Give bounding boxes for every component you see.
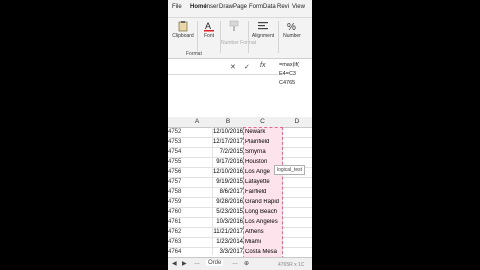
date-cell[interactable]: 11/21/2017 [184,229,243,235]
row-number[interactable]: 4753 [168,139,182,145]
more-sheets-icon[interactable]: … [232,260,238,266]
tab-data[interactable]: Data [263,4,276,10]
number-format-label: Number Format [221,40,257,46]
date-cell[interactable]: 5/23/2015 [184,209,243,215]
city-cell[interactable]: Newark [245,129,281,135]
city-cell[interactable]: Fairfield [245,189,281,195]
clipboard-icon [178,21,188,32]
date-cell[interactable]: 8/6/2017 [184,189,243,195]
left-letterbox [0,0,168,270]
row-number[interactable]: 4764 [168,249,182,255]
formula-line: =max(if( [279,62,300,68]
number-format-group[interactable]: Number Format [221,18,257,58]
svg-text:%: % [287,22,296,32]
date-cell[interactable]: 10/3/2016 [184,219,243,225]
city-cell[interactable]: Grand Rapid [245,199,281,205]
city-cell[interactable]: Costa Mesa [245,249,281,255]
cancel-icon[interactable]: ✕ [230,63,236,71]
tab-formulas[interactable]: Form [249,4,263,10]
city-cell[interactable]: Athens [245,229,281,235]
date-cell[interactable]: 7/2/2015 [184,149,243,155]
row-number[interactable]: 4761 [168,219,182,225]
city-cell[interactable]: Los Angeles [245,219,281,225]
city-cell[interactable]: Long Beach [245,209,281,215]
row-number[interactable]: 4760 [168,209,182,215]
date-cell[interactable]: 12/10/2016 [184,169,243,175]
date-cell[interactable]: 12/10/2016 [184,129,243,135]
row-number[interactable]: 4758 [168,189,182,195]
row-number[interactable]: 4756 [168,169,182,175]
ribbon-tabs: File Home Inser Draw Page Form Data Revi… [168,0,312,18]
date-cell[interactable]: 3/3/2017 [184,249,243,255]
row-number[interactable]: 4754 [168,149,182,155]
row-number[interactable]: 4752 [168,129,182,135]
right-letterbox [312,0,480,270]
font-group[interactable]: A Font [199,18,219,58]
date-cell[interactable]: 9/17/2016 [184,159,243,165]
column-header-a[interactable]: A [182,118,212,125]
row-number[interactable]: 4759 [168,199,182,205]
add-sheet-icon[interactable]: ⊕ [244,260,249,267]
tab-draw[interactable]: Draw [219,4,233,10]
date-cell[interactable]: 9/28/2016 [184,199,243,205]
percent-icon: % [287,22,296,32]
date-cell[interactable]: 12/17/2017 [184,139,243,145]
tab-review[interactable]: Revi [277,4,289,10]
city-cell[interactable]: Lafayette [245,179,281,185]
number-label: Number [283,33,301,39]
alignment-group[interactable]: Alignment [249,18,277,58]
font-label: Font [203,33,214,39]
svg-text:A: A [205,21,211,31]
column-header-d[interactable]: D [282,118,312,125]
insert-function-icon[interactable]: fx [260,62,265,69]
enter-icon[interactable]: ✓ [244,63,250,71]
clipboard-label: Clipboard [172,33,194,39]
font-color-icon: A [204,21,214,32]
city-cell[interactable]: Miami [245,239,281,245]
number-group[interactable]: % Number [279,18,305,58]
formula-line: C4765 [279,80,296,86]
alignment-label: Alignment [251,33,275,39]
tab-view[interactable]: View [292,4,305,10]
row-number[interactable]: 4762 [168,229,182,235]
status-count: 4765R x 1C [278,262,305,268]
more-sheets-icon[interactable]: … [194,260,200,266]
name-box-area [168,75,278,117]
row-number[interactable]: 4763 [168,239,182,245]
align-icon [258,22,268,30]
tab-page-layout[interactable]: Page [233,4,247,10]
formula-input[interactable]: =max(if( E4=C3 C4765 [278,61,312,95]
date-cell[interactable]: 1/23/2014 [184,239,243,245]
city-cell[interactable]: Smyrna [245,149,281,155]
ribbon: Clipboard A Font Number Format Alignment… [168,18,312,59]
format-painter-icon [229,20,239,31]
row-number[interactable]: 4757 [168,179,182,185]
city-cell[interactable]: Plainfield [245,139,281,145]
next-sheet-icon[interactable]: ▶ [182,260,187,267]
tab-file[interactable]: File [172,4,182,10]
tab-insert[interactable]: Inser [205,4,218,10]
row-number[interactable]: 4755 [168,159,182,165]
format-label: Format [186,51,202,57]
excel-window: File Home Inser Draw Page Form Data Revi… [168,0,312,270]
sheet-tab-orders[interactable]: Orde [206,260,224,266]
column-header-b[interactable]: B [213,118,243,125]
column-header-c[interactable]: C [243,118,282,125]
sheet-tab-bar: ◀ ▶ … Orde … ⊕ 4765R x 1C [168,257,312,270]
formula-line: E4=C3 [279,71,296,77]
prev-sheet-icon[interactable]: ◀ [172,260,177,267]
function-tooltip: logical_test [274,165,306,175]
date-cell[interactable]: 9/19/2015 [184,179,243,185]
ribbon-divider [197,21,198,53]
